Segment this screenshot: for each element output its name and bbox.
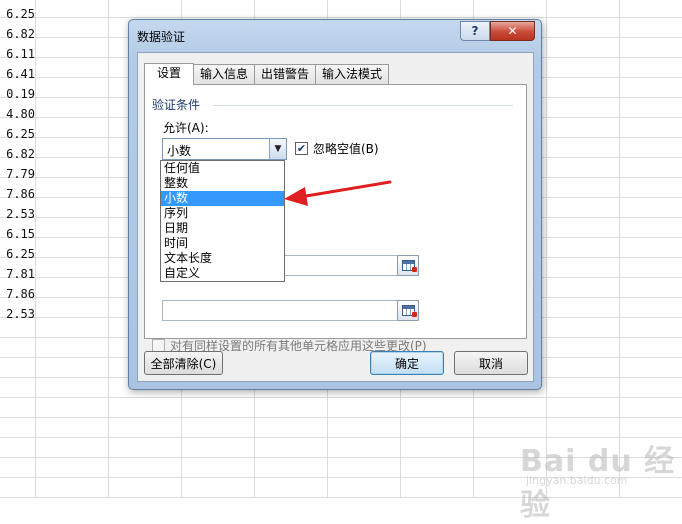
ignore-blank-row[interactable]: ✔ 忽略空值(B) <box>295 140 379 157</box>
cell[interactable]: 6.41 <box>0 64 35 84</box>
cell[interactable]: 7.79 <box>0 164 35 184</box>
cell[interactable]: 6.25 <box>0 244 35 264</box>
dialog-title: 数据验证 <box>137 30 186 44</box>
cell[interactable]: 6.82 <box>0 144 35 164</box>
group-divider <box>213 105 513 106</box>
dropdown-toggle[interactable]: ▼ <box>269 139 286 159</box>
cell[interactable]: 6.11 <box>0 44 35 64</box>
cell[interactable]: 6.25 <box>0 124 35 144</box>
clear-all-button[interactable]: 全部清除(C) <box>144 351 223 375</box>
ok-button[interactable]: 确定 <box>370 351 444 375</box>
cell[interactable]: 2.53 <box>0 204 35 224</box>
dialog-titlebar[interactable]: 数据验证 ? ✕ <box>129 20 541 50</box>
cancel-button[interactable]: 取消 <box>454 351 528 375</box>
tab-error-alert[interactable]: 出错警告 <box>254 64 317 85</box>
allow-dropdown-list: 任何值 整数 小数 序列 日期 时间 文本长度 自定义 <box>160 160 285 282</box>
range-select-button-1[interactable] <box>397 255 419 276</box>
validation-criteria-heading: 验证条件 <box>152 98 201 112</box>
tab-input-message[interactable]: 输入信息 <box>193 64 256 85</box>
help-button[interactable]: ? <box>460 21 490 41</box>
cell[interactable]: 6.25 <box>0 4 35 24</box>
cell[interactable]: 6.82 <box>0 24 35 44</box>
range-select-button-2[interactable] <box>397 300 419 321</box>
cell[interactable]: 0.19 <box>0 84 35 104</box>
help-icon: ? <box>471 24 479 38</box>
ignore-blank-checkbox[interactable]: ✔ <box>295 142 308 155</box>
column-values: 6.25 6.82 6.11 6.41 0.19 4.80 6.25 6.82 … <box>0 4 35 324</box>
cell[interactable]: 7.86 <box>0 284 35 304</box>
cell[interactable]: 7.81 <box>0 264 35 284</box>
close-icon: ✕ <box>507 24 518 38</box>
tab-settings[interactable]: 设置 <box>144 63 195 85</box>
baidu-watermark: Bai du 经验 jingyan.baidu.com <box>520 430 680 523</box>
dropdown-item-any-value[interactable]: 任何值 <box>161 161 284 176</box>
allow-combobox[interactable]: 小数 ▼ <box>162 138 287 160</box>
close-button[interactable]: ✕ <box>490 21 535 41</box>
dropdown-item-custom[interactable]: 自定义 <box>161 266 284 281</box>
dropdown-item-list[interactable]: 序列 <box>161 206 284 221</box>
tab-ime-mode[interactable]: 输入法模式 <box>315 64 390 85</box>
tab-strip: 设置 输入信息 出错警告 输入法模式 <box>144 63 390 85</box>
cell[interactable]: 7.86 <box>0 184 35 204</box>
dropdown-item-text-length[interactable]: 文本长度 <box>161 251 284 266</box>
allow-selected-value: 小数 <box>167 144 192 158</box>
cell[interactable]: 6.15 <box>0 224 35 244</box>
dropdown-item-decimal[interactable]: 小数 <box>161 191 284 206</box>
dropdown-item-date[interactable]: 日期 <box>161 221 284 236</box>
range-select-icon <box>402 305 417 317</box>
dropdown-item-time[interactable]: 时间 <box>161 236 284 251</box>
range-select-icon <box>402 260 417 272</box>
cell[interactable]: 4.80 <box>0 104 35 124</box>
checkmark-icon: ✔ <box>296 142 307 155</box>
formula-input-2[interactable] <box>162 300 419 321</box>
cell[interactable]: 2.53 <box>0 304 35 324</box>
allow-label: 允许(A): <box>163 121 209 135</box>
chevron-down-icon: ▼ <box>274 144 282 154</box>
dropdown-item-whole-number[interactable]: 整数 <box>161 176 284 191</box>
ignore-blank-label: 忽略空值(B) <box>313 142 379 156</box>
watermark-url: jingyan.baidu.com <box>526 474 628 487</box>
